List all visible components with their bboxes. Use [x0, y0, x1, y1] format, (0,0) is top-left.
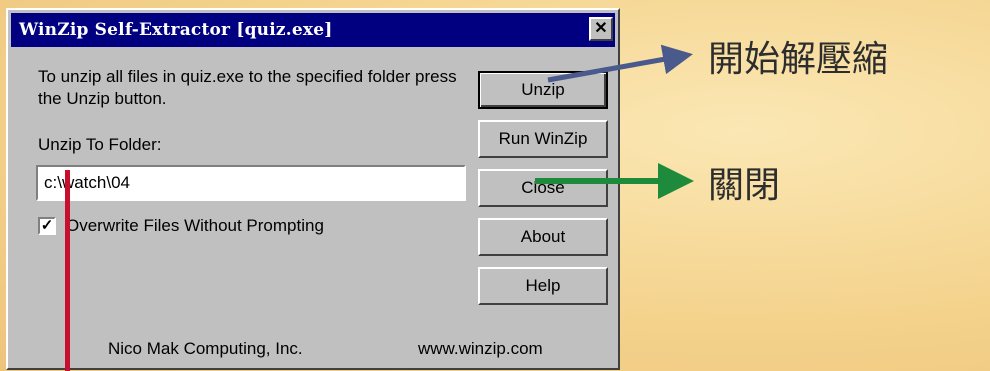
close-annotation: 關閉	[708, 165, 781, 206]
unzip-arrow	[547, 44, 693, 83]
unzip-annotation: 開始解壓縮	[708, 39, 889, 80]
